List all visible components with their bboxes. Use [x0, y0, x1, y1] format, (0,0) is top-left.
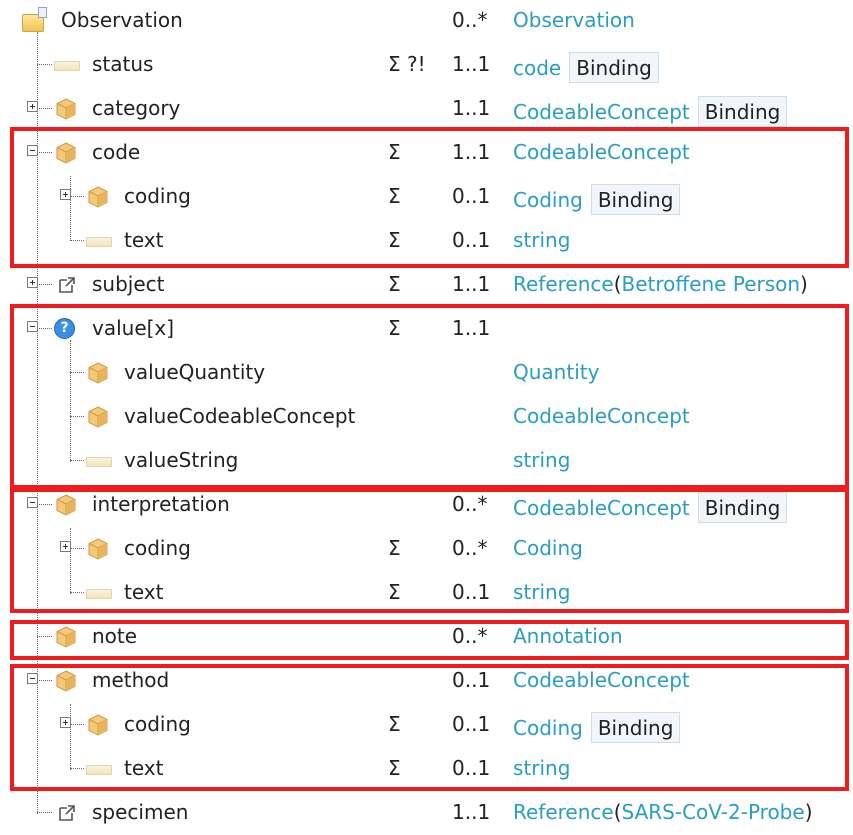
expand-toggle-icon[interactable]: [27, 101, 38, 112]
primitive-type-icon: [54, 61, 80, 71]
folder-resource-icon: [22, 7, 47, 32]
element-cardinality: 1..1: [452, 272, 491, 296]
reference-target-link[interactable]: SARS-CoV-2-Probe: [622, 800, 805, 824]
element-cardinality: 1..1: [452, 52, 491, 76]
tree-row-observation[interactable]: Observation 0..* Observation: [0, 0, 853, 43]
complex-type-icon: [54, 97, 78, 126]
highlight-box: [10, 304, 849, 489]
binding-button[interactable]: Binding: [697, 96, 788, 127]
reference-paren-close: ): [804, 800, 813, 824]
element-name: subject: [92, 272, 165, 296]
type-link[interactable]: Reference: [513, 800, 614, 824]
tree-branch-line: [37, 812, 52, 813]
tree-row-subject[interactable]: subject Σ 1..1 Reference(Betroffene Person): [0, 263, 853, 307]
binding-button[interactable]: Binding: [569, 52, 659, 83]
highlight-box: [10, 664, 849, 791]
tree-row-status[interactable]: status Σ ?! 1..1 code Binding: [0, 43, 853, 87]
reference-paren-open: (: [613, 272, 622, 296]
tree-branch-line: [37, 284, 52, 285]
element-type: Reference(SARS-CoV-2-Probe): [513, 800, 813, 824]
element-type: code Binding: [513, 52, 659, 83]
type-link[interactable]: CodeableConcept: [513, 100, 690, 124]
tree-row-specimen[interactable]: specimen 1..1 Reference(SARS-CoV-2-Probe): [0, 791, 853, 835]
element-cardinality: 1..1: [452, 96, 491, 120]
tree-branch-line: [37, 64, 52, 65]
type-link[interactable]: Reference: [513, 272, 614, 296]
reference-paren-open: (: [613, 800, 622, 824]
element-name: status: [92, 52, 154, 76]
element-flags: Σ: [388, 272, 401, 296]
highlight-box: [10, 488, 849, 613]
reference-icon: [58, 803, 76, 827]
tree-row-category[interactable]: category 1..1 CodeableConcept Binding: [0, 87, 853, 131]
element-cardinality: 0..*: [452, 8, 488, 32]
expand-toggle-icon[interactable]: [27, 277, 38, 288]
element-type: CodeableConcept Binding: [513, 96, 788, 127]
type-link[interactable]: code: [513, 56, 561, 80]
element-cardinality: 1..1: [452, 800, 491, 824]
reference-icon: [58, 275, 76, 299]
element-type: Reference(Betroffene Person): [513, 272, 808, 296]
element-name: Observation: [61, 8, 183, 32]
element-type: Observation: [513, 8, 635, 32]
highlight-box: [10, 127, 849, 268]
reference-target-link[interactable]: Betroffene Person: [622, 272, 801, 296]
element-name: category: [92, 96, 181, 120]
type-link[interactable]: Observation: [513, 8, 635, 32]
element-flags: Σ ?!: [388, 52, 426, 76]
structure-tree: Observation 0..* Observation status Σ ?! 1..1…: [0, 0, 853, 826]
reference-paren-close: ): [800, 272, 808, 296]
highlight-box: [10, 620, 849, 660]
element-name: specimen: [92, 800, 189, 824]
tree-branch-line: [37, 108, 52, 109]
